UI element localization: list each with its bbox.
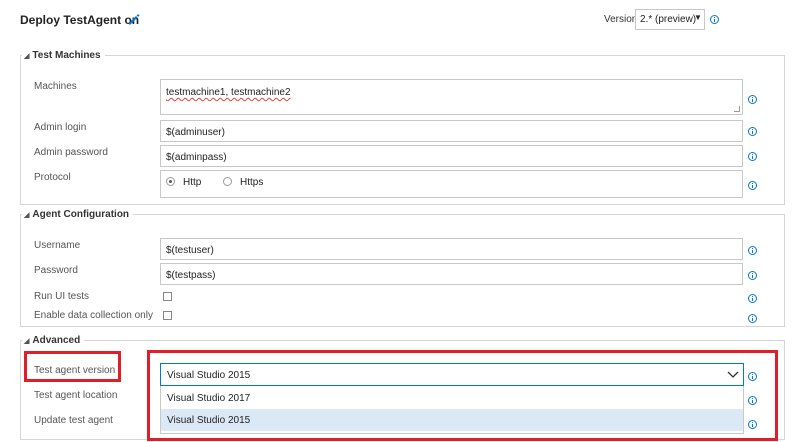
advanced-title: Advanced: [32, 335, 81, 346]
info-icon[interactable]: [748, 181, 757, 190]
admin-login-label: Admin login: [34, 122, 87, 133]
protocol-http-label[interactable]: Http: [183, 177, 201, 188]
admin-password-input[interactable]: $(adminpass): [160, 145, 743, 167]
protocol-https-radio[interactable]: [223, 177, 232, 186]
task-title: Deploy TestAgent on: [20, 13, 140, 27]
admin-login-value: $(adminuser): [166, 127, 225, 138]
run-ui-tests-label: Run UI tests: [34, 291, 90, 302]
info-icon[interactable]: [748, 314, 757, 323]
info-icon[interactable]: [748, 294, 757, 303]
resize-handle[interactable]: [734, 106, 740, 112]
collapse-caret-icon: ◢: [24, 53, 30, 60]
admin-password-label: Admin password: [34, 147, 108, 158]
test-agent-location-label: Test agent location: [34, 390, 118, 401]
machines-textarea[interactable]: testmachine1, testmachine2: [160, 79, 743, 115]
run-ui-tests-checkbox[interactable]: [163, 292, 172, 301]
machines-label: Machines: [34, 81, 77, 92]
admin-login-input[interactable]: $(adminuser): [160, 120, 743, 142]
machines-value: testmachine1, testmachine2: [166, 87, 291, 98]
version-caret-icon: ▼: [694, 13, 702, 22]
highlight-box-label: [24, 351, 121, 382]
info-icon[interactable]: [710, 15, 719, 24]
agent-configuration-title: Agent Configuration: [32, 209, 130, 220]
test-machines-title: Test Machines: [32, 50, 101, 61]
info-icon[interactable]: [748, 127, 757, 136]
advanced-header[interactable]: ◢ Advanced: [22, 335, 85, 346]
info-icon[interactable]: [748, 246, 757, 255]
data-collection-label: Enable data collection only: [34, 310, 153, 321]
username-label: Username: [34, 240, 81, 251]
update-test-agent-label: Update test agent: [34, 415, 113, 426]
password-value: $(testpass): [166, 270, 216, 281]
version-label: Version: [604, 14, 638, 25]
password-input[interactable]: $(testpass): [160, 263, 743, 285]
info-icon[interactable]: [748, 152, 757, 161]
password-label: Password: [34, 265, 78, 276]
data-collection-checkbox[interactable]: [163, 311, 172, 320]
version-select-value: 2.* (preview): [640, 14, 697, 25]
info-icon[interactable]: [748, 271, 757, 280]
highlight-box-dropdown: [147, 350, 778, 441]
username-value: $(testuser): [166, 245, 214, 256]
task-header: Deploy TestAgent on Version 2.* (preview…: [0, 0, 794, 40]
protocol-http-radio[interactable]: [166, 177, 175, 186]
pencil-icon[interactable]: [127, 12, 141, 26]
protocol-https-label[interactable]: Https: [240, 177, 263, 188]
collapse-caret-icon: ◢: [24, 338, 30, 345]
protocol-label: Protocol: [34, 172, 71, 183]
username-input[interactable]: $(testuser): [160, 238, 743, 260]
admin-password-value: $(adminpass): [166, 152, 227, 163]
info-icon[interactable]: [748, 95, 757, 104]
test-machines-header[interactable]: ◢ Test Machines: [22, 50, 105, 61]
agent-configuration-header[interactable]: ◢ Agent Configuration: [22, 209, 134, 220]
collapse-caret-icon: ◢: [24, 212, 30, 219]
